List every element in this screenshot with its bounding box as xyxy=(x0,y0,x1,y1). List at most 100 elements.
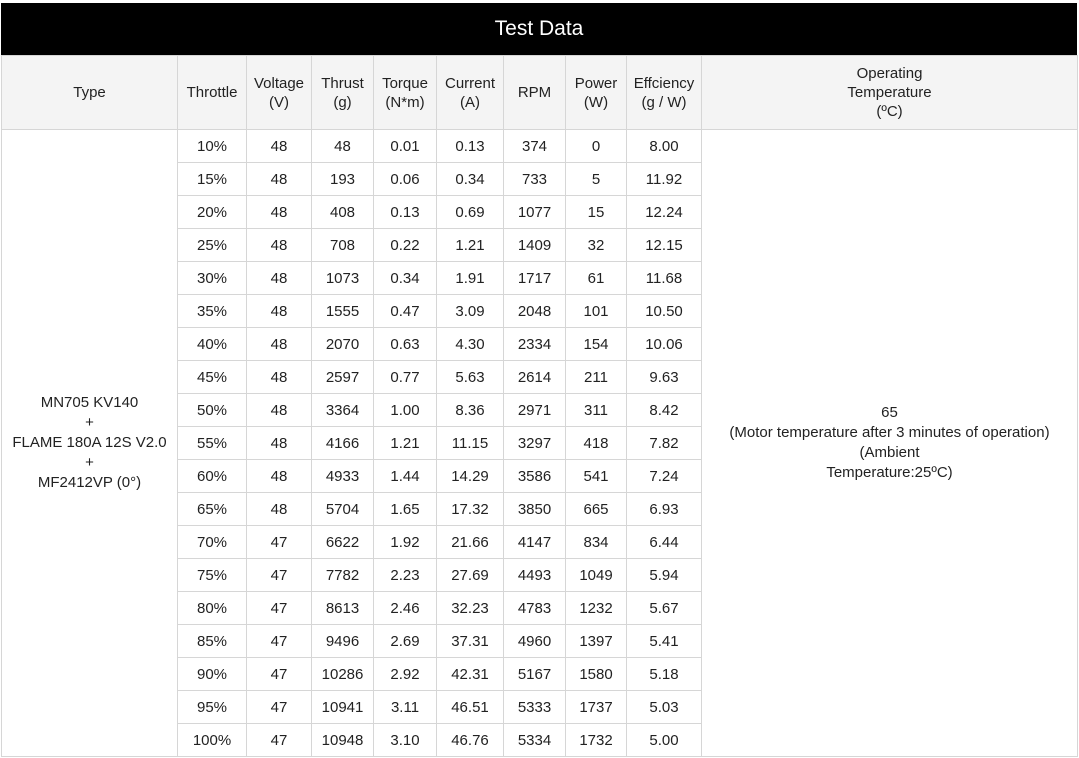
cell-rpm: 2048 xyxy=(503,294,566,328)
cell-efficiency: 5.00 xyxy=(626,723,702,757)
cell-power: 541 xyxy=(565,459,627,493)
cell-efficiency: 12.24 xyxy=(626,195,702,229)
cell-power: 1732 xyxy=(565,723,627,757)
cell-voltage: 48 xyxy=(246,228,312,262)
cell-throttle: 85% xyxy=(177,624,247,658)
cell-rpm: 1717 xyxy=(503,261,566,295)
header-type: Type xyxy=(1,55,178,130)
cell-voltage: 47 xyxy=(246,657,312,691)
cell-voltage: 47 xyxy=(246,591,312,625)
cell-throttle: 20% xyxy=(177,195,247,229)
cell-rpm: 4783 xyxy=(503,591,566,625)
cell-rpm: 4493 xyxy=(503,558,566,592)
cell-throttle: 10% xyxy=(177,129,247,163)
cell-throttle: 80% xyxy=(177,591,247,625)
cell-voltage: 48 xyxy=(246,294,312,328)
type-cell-line: + xyxy=(85,454,94,471)
cell-throttle: 75% xyxy=(177,558,247,592)
header-temperature-line-3: (ºC) xyxy=(876,103,903,120)
cell-efficiency: 9.63 xyxy=(626,360,702,394)
cell-efficiency: 5.67 xyxy=(626,591,702,625)
header-current: Current (A) xyxy=(436,55,504,130)
cell-efficiency: 6.93 xyxy=(626,492,702,526)
cell-torque: 3.11 xyxy=(373,690,437,724)
temperature-cell-line: (Motor temperature after 3 minutes of op… xyxy=(729,424,1050,441)
cell-efficiency: 10.50 xyxy=(626,294,702,328)
cell-throttle: 100% xyxy=(177,723,247,757)
cell-throttle: 15% xyxy=(177,162,247,196)
cell-rpm: 1409 xyxy=(503,228,566,262)
cell-rpm: 2614 xyxy=(503,360,566,394)
cell-thrust: 48 xyxy=(311,129,374,163)
cell-power: 834 xyxy=(565,525,627,559)
cell-thrust: 2597 xyxy=(311,360,374,394)
header-temperature-line-2: Temperature xyxy=(847,84,932,101)
cell-current: 3.09 xyxy=(436,294,504,328)
type-cell-line: FLAME 180A 12S V2.0 xyxy=(12,434,167,451)
cell-efficiency: 8.00 xyxy=(626,129,702,163)
cell-rpm: 5334 xyxy=(503,723,566,757)
cell-current: 27.69 xyxy=(436,558,504,592)
header-rpm: RPM xyxy=(503,55,566,130)
cell-power: 311 xyxy=(565,393,627,427)
cell-torque: 1.44 xyxy=(373,459,437,493)
cell-thrust: 408 xyxy=(311,195,374,229)
cell-power: 1232 xyxy=(565,591,627,625)
header-current-label: Current xyxy=(444,74,496,92)
test-data-table: Type Throttle Voltage (V) Thrust (g) Tor… xyxy=(1,55,1078,757)
cell-power: 154 xyxy=(565,327,627,361)
cell-power: 1737 xyxy=(565,690,627,724)
cell-power: 0 xyxy=(565,129,627,163)
cell-current: 0.69 xyxy=(436,195,504,229)
cell-voltage: 47 xyxy=(246,525,312,559)
cell-efficiency: 8.42 xyxy=(626,393,702,427)
temperature-cell-line: 65 xyxy=(881,404,898,421)
cell-voltage: 48 xyxy=(246,129,312,163)
header-throttle: Throttle xyxy=(177,55,247,130)
header-temperature-line-1: Operating xyxy=(856,65,923,82)
cell-torque: 1.92 xyxy=(373,525,437,559)
cell-torque: 1.21 xyxy=(373,426,437,460)
header-thrust-label: Thrust xyxy=(321,74,364,92)
cell-power: 211 xyxy=(565,360,627,394)
cell-efficiency: 11.68 xyxy=(626,261,702,295)
cell-current: 46.51 xyxy=(436,690,504,724)
cell-rpm: 5167 xyxy=(503,657,566,691)
test-data-panel: Test Data Type Throttle Voltage (V) Thru… xyxy=(0,0,1079,758)
cell-voltage: 47 xyxy=(246,558,312,592)
cell-efficiency: 7.82 xyxy=(626,426,702,460)
cell-torque: 0.77 xyxy=(373,360,437,394)
cell-efficiency: 12.15 xyxy=(626,228,702,262)
cell-torque: 0.63 xyxy=(373,327,437,361)
cell-thrust: 10286 xyxy=(311,657,374,691)
cell-throttle: 25% xyxy=(177,228,247,262)
cell-voltage: 47 xyxy=(246,723,312,757)
cell-current: 4.30 xyxy=(436,327,504,361)
header-thrust-unit: (g) xyxy=(333,93,352,111)
cell-current: 21.66 xyxy=(436,525,504,559)
cell-rpm: 3850 xyxy=(503,492,566,526)
header-operating-temperature: Operating Temperature (ºC) xyxy=(701,55,1078,130)
table-body: MN705 KV140 + FLAME 180A 12S V2.0 + MF2412VP… xyxy=(1,129,1078,757)
cell-voltage: 48 xyxy=(246,459,312,493)
cell-torque: 2.23 xyxy=(373,558,437,592)
cell-voltage: 47 xyxy=(246,690,312,724)
header-torque-unit: (N*m) xyxy=(385,93,425,111)
cell-torque: 1.65 xyxy=(373,492,437,526)
cell-current: 1.91 xyxy=(436,261,504,295)
cell-torque: 1.00 xyxy=(373,393,437,427)
cell-voltage: 48 xyxy=(246,261,312,295)
cell-rpm: 5333 xyxy=(503,690,566,724)
cell-current: 42.31 xyxy=(436,657,504,691)
header-voltage-label: Voltage xyxy=(253,74,305,92)
cell-torque: 0.01 xyxy=(373,129,437,163)
cell-current: 11.15 xyxy=(436,426,504,460)
cell-throttle: 55% xyxy=(177,426,247,460)
cell-power: 665 xyxy=(565,492,627,526)
cell-rpm: 3297 xyxy=(503,426,566,460)
cell-rpm: 3586 xyxy=(503,459,566,493)
cell-throttle: 45% xyxy=(177,360,247,394)
cell-throttle: 90% xyxy=(177,657,247,691)
cell-throttle: 50% xyxy=(177,393,247,427)
cell-rpm: 2971 xyxy=(503,393,566,427)
